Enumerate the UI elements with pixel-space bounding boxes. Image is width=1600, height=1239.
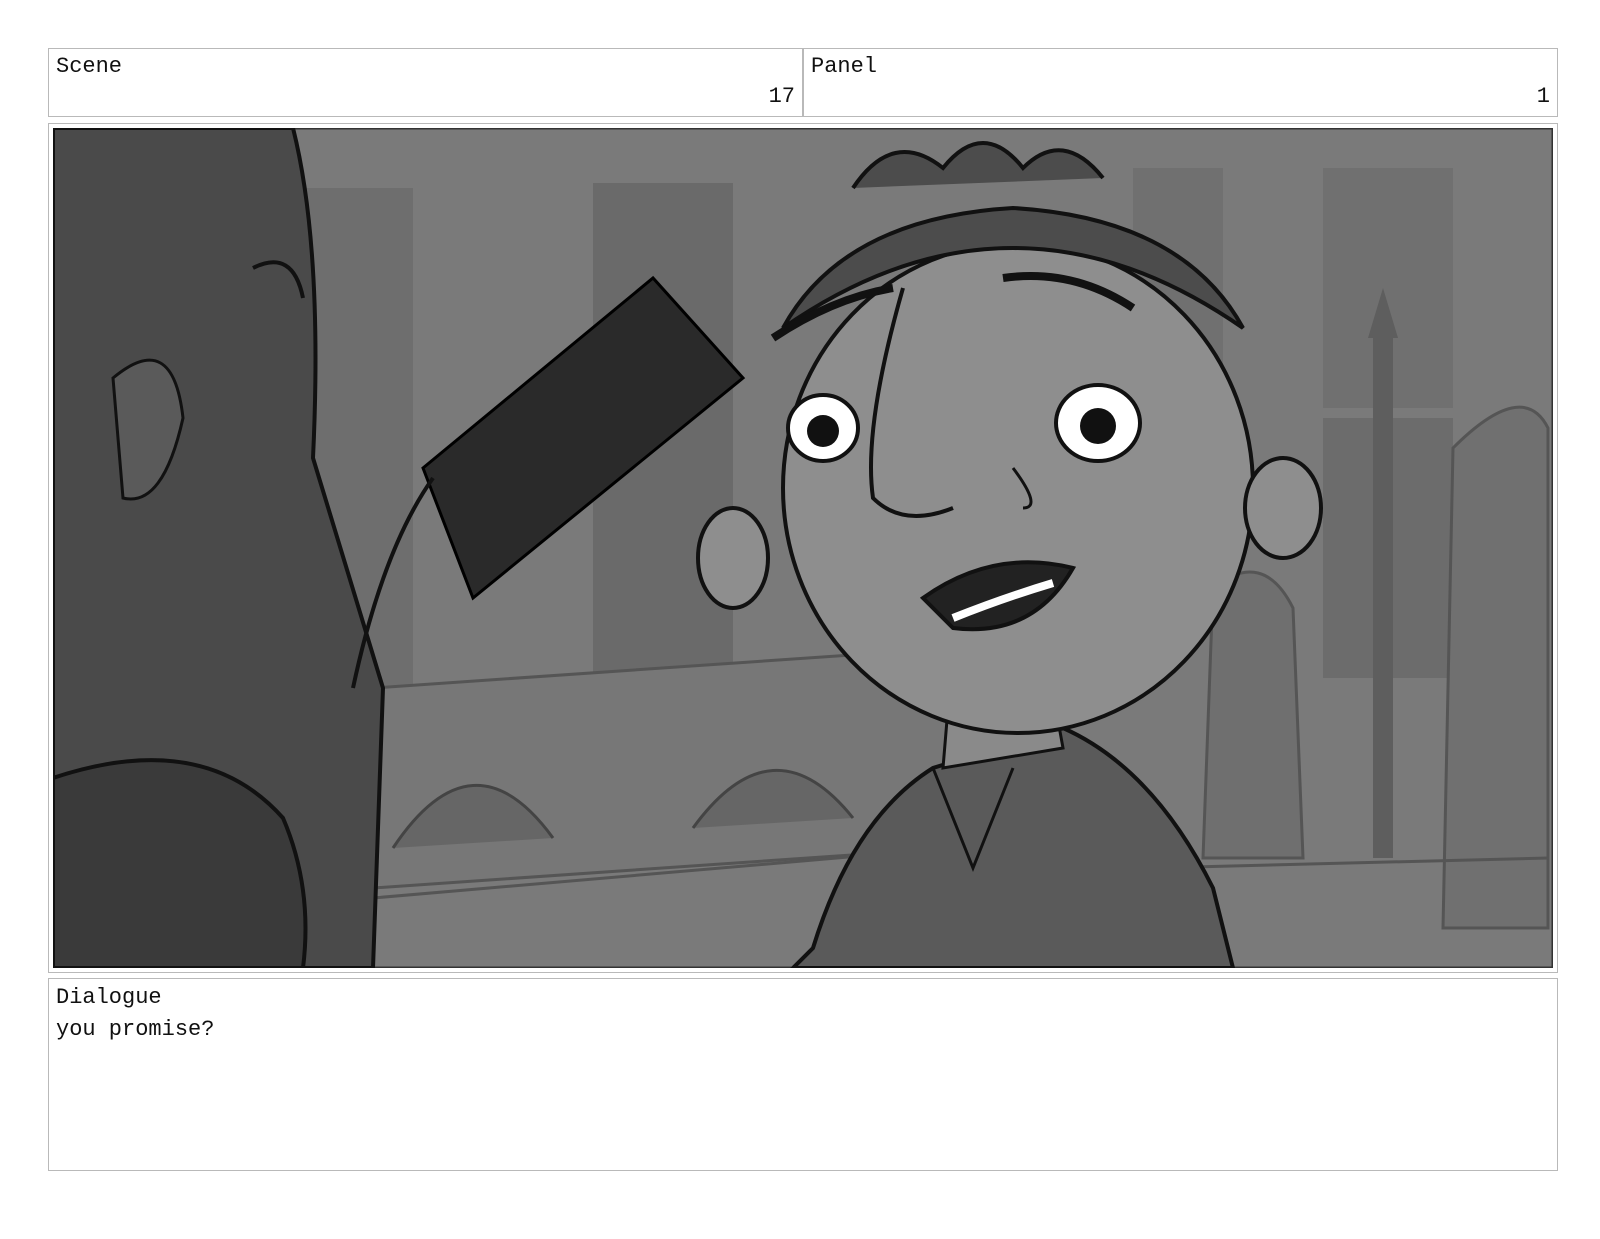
dialogue-text: you promise? — [56, 1017, 215, 1042]
dialogue-field: Dialogue you promise? — [48, 978, 1558, 1171]
scene-field: Scene 17 — [48, 48, 803, 117]
scene-number: 17 — [768, 84, 795, 109]
storyboard-frame — [48, 123, 1558, 973]
panel-field: Panel 1 — [803, 48, 1558, 117]
panel-label: Panel — [811, 54, 878, 79]
scene-label: Scene — [56, 54, 123, 79]
dialogue-label: Dialogue — [56, 985, 162, 1010]
storyboard-sketch-image — [53, 128, 1553, 968]
panel-number: 1 — [1536, 84, 1550, 109]
